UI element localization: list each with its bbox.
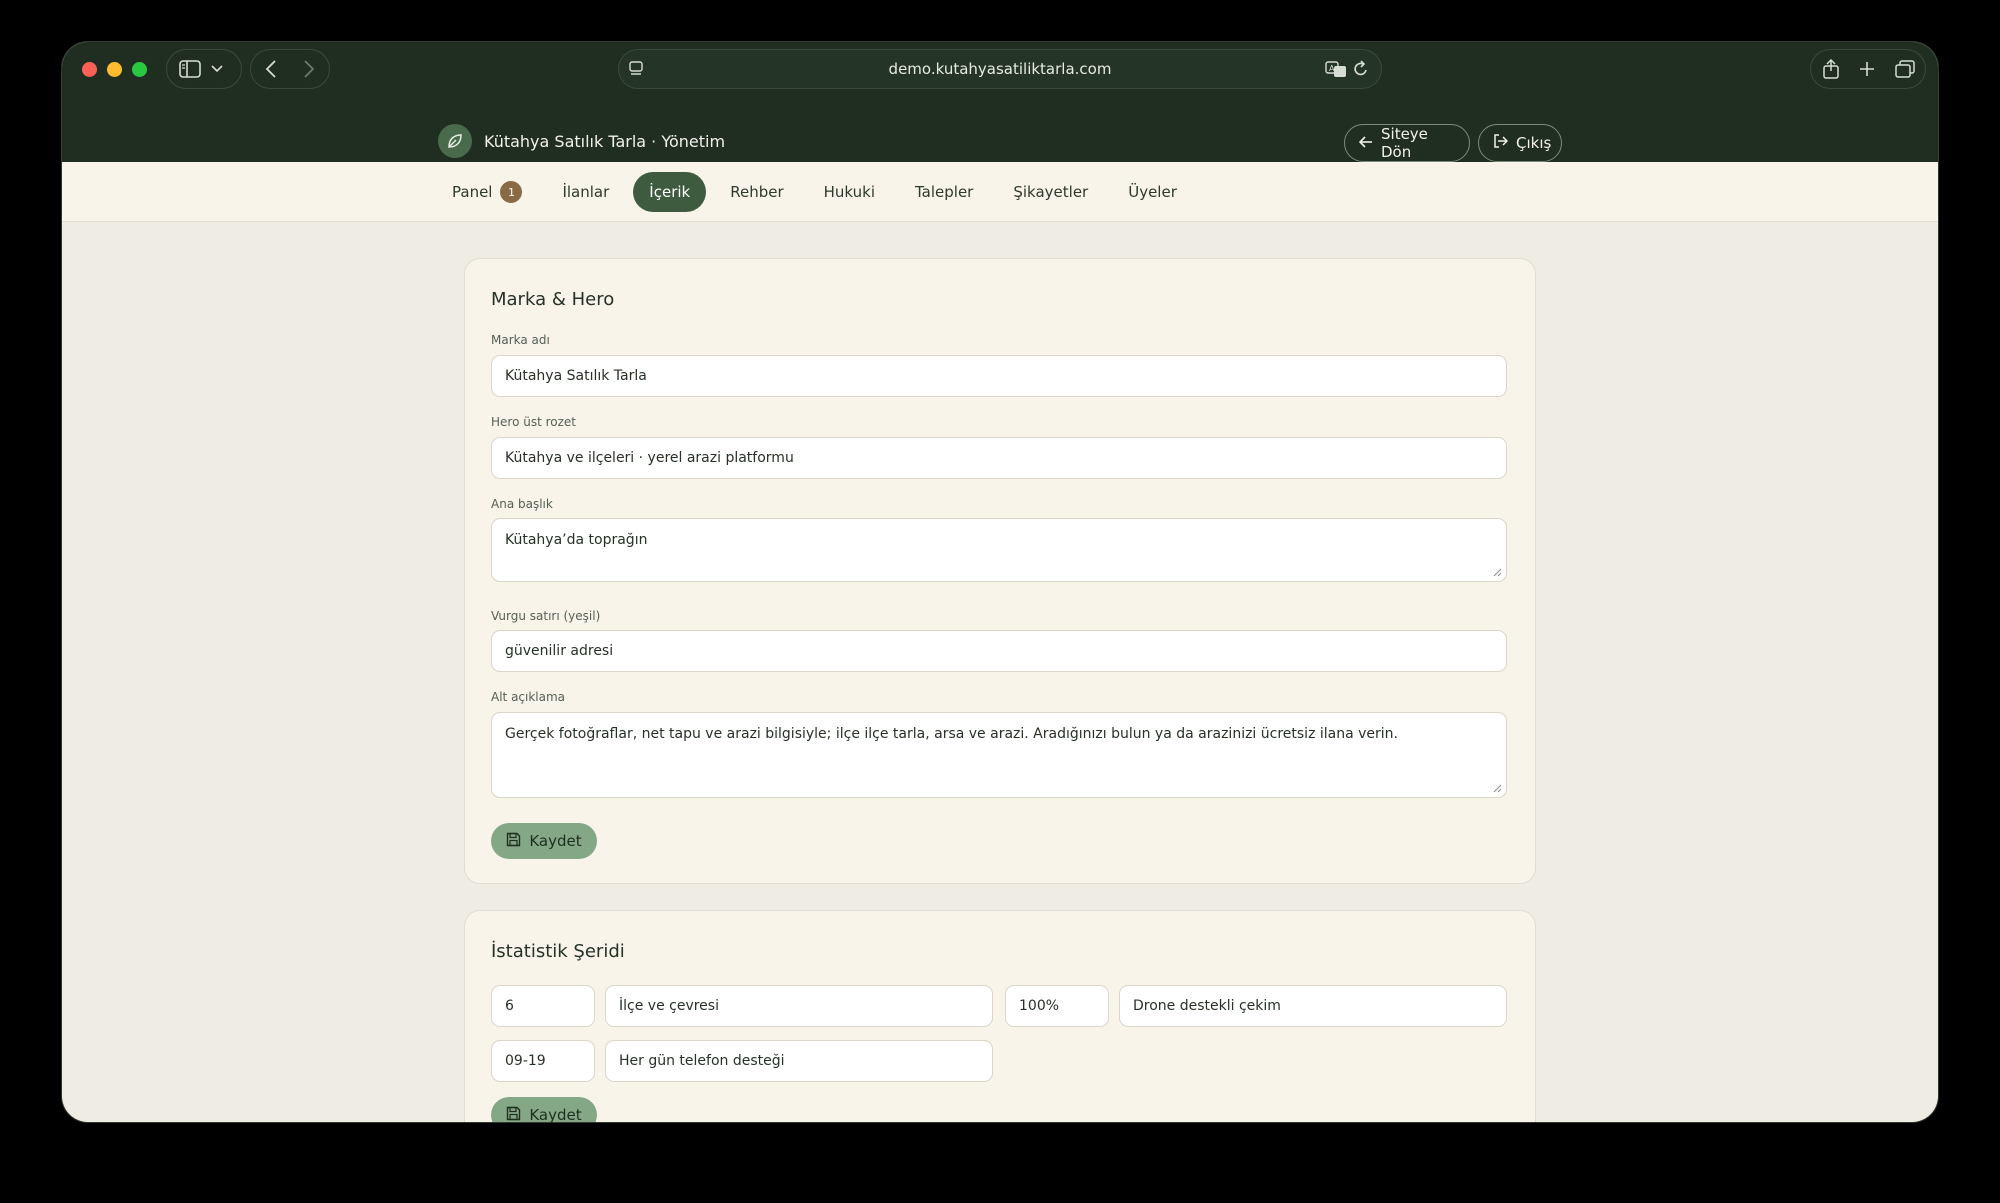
tab-talepler[interactable]: Talepler: [899, 172, 989, 212]
tab-label: Panel: [452, 183, 493, 201]
brand-name-value: Kütahya Satılık Tarla: [505, 368, 647, 384]
hero-badge-input[interactable]: Kütahya ve ilçeleri · yerel arazi platfo…: [491, 437, 1507, 479]
back-to-site-label: Siteye Dön: [1381, 125, 1428, 161]
save-icon: [506, 1106, 521, 1123]
back-icon[interactable]: [265, 60, 277, 78]
tab-label: Rehber: [730, 183, 784, 201]
main-title-value: Kütahya’da toprağın: [505, 532, 648, 548]
tab-label: Hukuki: [823, 183, 875, 201]
stat-label-input[interactable]: Drone destekli çekim: [1119, 985, 1507, 1027]
stat-value-input[interactable]: 09-19: [491, 1040, 595, 1082]
stat-label: Drone destekli çekim: [1133, 998, 1281, 1014]
admin-nav: Panel 1 İlanlar İçerik Rehber Hukuki Tal…: [62, 162, 1938, 222]
url-text: demo.kutahyasatiliktarla.com: [888, 60, 1112, 78]
main-title-label: Ana başlık: [491, 497, 553, 511]
card-title: İstatistik Şeridi: [491, 941, 625, 962]
svg-text:A: A: [1329, 64, 1335, 73]
logout-icon: [1493, 134, 1509, 152]
sub-description-value: Gerçek fotoğraflar, net tapu ve arazi bi…: [505, 726, 1398, 742]
new-tab-icon[interactable]: [1859, 61, 1875, 77]
resize-handle-icon[interactable]: [1492, 783, 1502, 793]
stat-value: 100%: [1019, 998, 1060, 1014]
stat-label-input[interactable]: Her gün telefon desteği: [605, 1040, 993, 1082]
page-menu-icon[interactable]: [629, 61, 643, 81]
admin-brand-label: Kütahya Satılık Tarla · Yönetim: [484, 131, 726, 151]
close-window-button[interactable]: [82, 62, 97, 77]
stat-label: Her gün telefon desteği: [619, 1053, 785, 1069]
hero-badge-value: Kütahya ve ilçeleri · yerel arazi platfo…: [505, 450, 794, 466]
stat-label: İlçe ve çevresi: [619, 998, 719, 1014]
stat-value-input[interactable]: 6: [491, 985, 595, 1027]
logout-button[interactable]: Çıkış: [1478, 124, 1562, 162]
back-to-site-button[interactable]: Siteye Dön: [1344, 124, 1470, 162]
forward-icon[interactable]: [303, 60, 315, 78]
stats-strip-card: İstatistik Şeridi 6 İlçe ve çevresi 100%…: [464, 910, 1536, 1122]
sidebar-toggle-group: [166, 49, 242, 89]
zoom-window-button[interactable]: [132, 62, 147, 77]
tab-label: Şikayetler: [1013, 183, 1089, 201]
tab-panel[interactable]: Panel 1: [436, 172, 538, 212]
minimize-window-button[interactable]: [107, 62, 122, 77]
window-actions-group: [1810, 49, 1926, 89]
tab-label: İlanlar: [562, 183, 610, 201]
window-controls: [82, 62, 147, 77]
save-icon: [506, 832, 521, 851]
save-label: Kaydet: [529, 1106, 582, 1122]
browser-window: demo.kutahyasatiliktarla.com A Kütahya S…: [62, 42, 1938, 1122]
tab-overview-icon[interactable]: [1895, 60, 1915, 78]
accent-line-input[interactable]: güvenilir adresi: [491, 630, 1507, 672]
share-icon[interactable]: [1823, 59, 1839, 79]
hero-badge-label: Hero üst rozet: [491, 415, 577, 429]
stat-value-input[interactable]: 100%: [1005, 985, 1109, 1027]
resize-handle-icon[interactable]: [1492, 567, 1502, 577]
sub-description-textarea[interactable]: Gerçek fotoğraflar, net tapu ve arazi bi…: [491, 712, 1507, 798]
tab-ilanlar[interactable]: İlanlar: [546, 172, 625, 212]
tab-hukuki[interactable]: Hukuki: [808, 172, 891, 212]
stat-value: 6: [505, 998, 514, 1014]
accent-line-label: Vurgu satırı (yeşil): [491, 609, 601, 623]
card-title: Marka & Hero: [491, 289, 615, 310]
brand-name-input[interactable]: Kütahya Satılık Tarla: [491, 355, 1507, 397]
save-hero-button[interactable]: Kaydet: [491, 823, 597, 859]
address-bar[interactable]: demo.kutahyasatiliktarla.com A: [618, 49, 1382, 89]
notification-badge: 1: [500, 181, 523, 203]
browser-toolbar: demo.kutahyasatiliktarla.com A: [62, 42, 1938, 98]
stat-value: 09-19: [505, 1053, 546, 1069]
tab-sikayetler[interactable]: Şikayetler: [997, 172, 1104, 212]
save-stats-button[interactable]: Kaydet: [491, 1097, 597, 1122]
accent-line-value: güvenilir adresi: [505, 643, 614, 659]
main-title-textarea[interactable]: Kütahya’da toprağın: [491, 518, 1507, 582]
brand-name-label: Marka adı: [491, 333, 550, 347]
tab-label: Talepler: [915, 183, 974, 201]
arrow-left-icon: [1358, 134, 1373, 152]
history-nav-group: [250, 49, 330, 89]
admin-brand[interactable]: Kütahya Satılık Tarla · Yönetim: [438, 124, 725, 158]
tab-rehber[interactable]: Rehber: [714, 172, 799, 212]
tab-icerik[interactable]: İçerik: [633, 172, 707, 212]
stat-label-input[interactable]: İlçe ve çevresi: [605, 985, 993, 1027]
reload-icon[interactable]: [1353, 60, 1369, 82]
sidebar-icon[interactable]: [179, 60, 201, 78]
tab-label: İçerik: [649, 183, 691, 201]
leaf-icon: [438, 124, 472, 158]
tab-label: Üyeler: [1128, 183, 1177, 201]
translate-icon[interactable]: A: [1325, 60, 1347, 82]
chevron-down-icon[interactable]: [211, 65, 223, 73]
logout-label: Çıkış: [1516, 134, 1552, 152]
sub-description-label: Alt açıklama: [491, 690, 566, 704]
save-label: Kaydet: [529, 832, 582, 850]
tab-uyeler[interactable]: Üyeler: [1112, 172, 1193, 212]
hero-settings-card: Marka & Hero Marka adı Kütahya Satılık T…: [464, 258, 1536, 884]
